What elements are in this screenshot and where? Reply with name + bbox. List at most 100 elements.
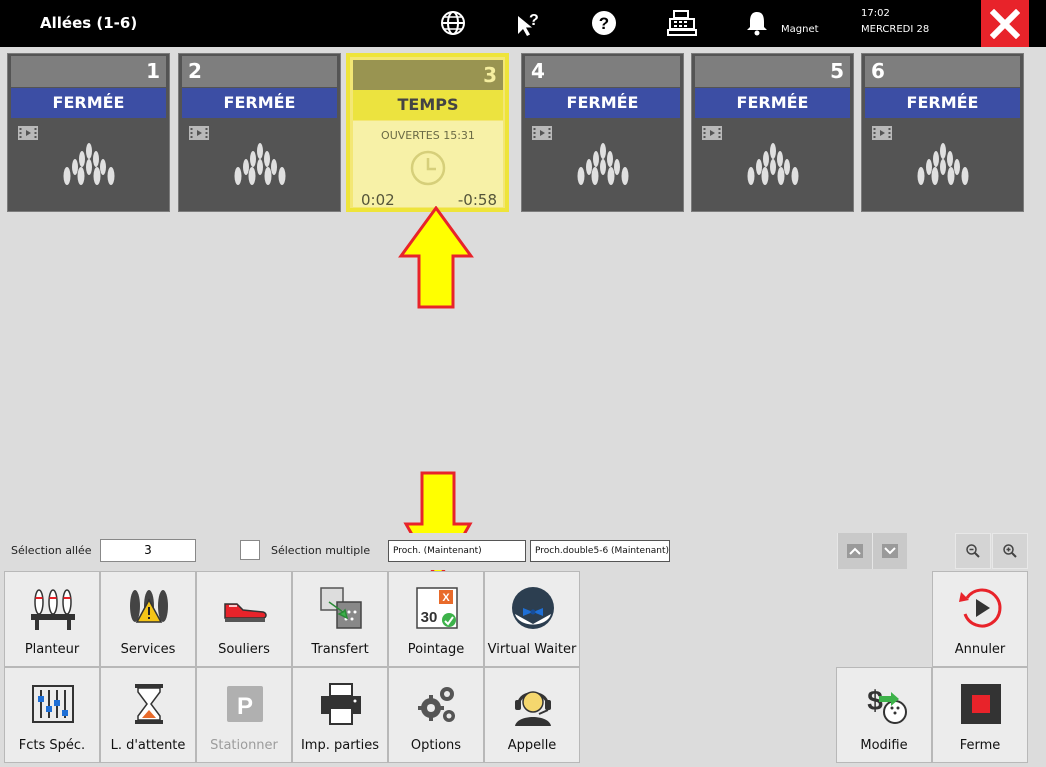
svg-text:30: 30 — [421, 609, 438, 626]
button-label: Imp. parties — [300, 738, 380, 753]
button-label: Pointage — [407, 642, 465, 657]
scroll-down-button[interactable] — [872, 533, 907, 569]
lane-card-4[interactable]: 4 FERMÉE — [521, 53, 684, 212]
lane-card-1[interactable]: 1 FERMÉE — [7, 53, 170, 212]
lane-number: 5 — [695, 56, 850, 87]
next-double-chip[interactable]: Proch.double5-6 (Maintenant) — [530, 540, 670, 562]
video-icon — [532, 126, 552, 140]
pins-warning-icon — [130, 590, 168, 623]
close-button[interactable] — [981, 0, 1029, 47]
transfer-icon — [320, 587, 362, 629]
options-button[interactable]: Options — [388, 667, 484, 763]
lane-number: 6 — [865, 56, 1020, 87]
selection-bar: Sélection allée 3 Sélection multiple Pro… — [5, 533, 1028, 570]
top-bar: Allées (1-6) ? ? Magnet 17:02 MERCREDI 2… — [0, 0, 1046, 47]
up-arrow-annotation — [398, 206, 474, 309]
video-icon — [18, 126, 38, 140]
button-label: Services — [120, 642, 176, 657]
lane-status: FERMÉE — [182, 88, 337, 118]
button-label: Appelle — [507, 738, 557, 753]
lane-status: TEMPS — [353, 90, 503, 120]
svg-text:?: ? — [599, 14, 609, 33]
chevron-down-icon — [882, 544, 898, 558]
lane-timer-panel: OUVERTES 15:31 0:02 -0:58 — [353, 121, 503, 209]
multi-select-checkbox[interactable] — [240, 540, 260, 560]
planteur-button[interactable]: Planteur — [4, 571, 100, 667]
attente-button[interactable]: L. d'attente — [100, 667, 196, 763]
close-icon — [990, 8, 1020, 39]
zoom-out-button[interactable] — [955, 533, 991, 569]
svg-text:?: ? — [529, 12, 539, 29]
services-button[interactable]: Services — [100, 571, 196, 667]
lane-card-2[interactable]: 2 FERMÉE — [178, 53, 341, 212]
clock-time: 17:02 — [861, 8, 890, 19]
lane-card-3[interactable]: 3 TEMPS OUVERTES 15:31 0:02 -0:58 — [346, 53, 509, 212]
waiter-icon — [512, 587, 554, 629]
button-label: L. d'attente — [110, 738, 186, 753]
hourglass-icon — [135, 684, 163, 724]
shoes-icon — [224, 603, 267, 622]
clock-date: MERCREDI 28 — [861, 24, 930, 35]
pinsetter-icon — [31, 589, 75, 630]
button-label: Planteur — [24, 642, 80, 657]
appelle-button[interactable]: Appelle — [484, 667, 580, 763]
lane-number: 1 — [11, 56, 166, 87]
lane-selection-label: Sélection allée — [11, 544, 92, 557]
lane-card-6[interactable]: 6 FERMÉE — [861, 53, 1024, 212]
video-icon — [872, 126, 892, 140]
lane-status: FERMÉE — [11, 88, 166, 118]
zoom-in-icon — [1003, 544, 1017, 558]
lane-number: 4 — [525, 56, 680, 87]
imp-parties-button[interactable]: Imp. parties — [292, 667, 388, 763]
magnet-label: Magnet — [781, 24, 819, 35]
button-label: Annuler — [954, 642, 1006, 657]
scoring-icon: X 30 — [416, 587, 458, 629]
modifie-button[interactable]: $ Modifie — [836, 667, 932, 763]
lane-status: FERMÉE — [865, 88, 1020, 118]
transfert-button[interactable]: Transfert — [292, 571, 388, 667]
chevron-up-icon — [847, 544, 863, 558]
fcts-spec-button[interactable]: Fcts Spéc. — [4, 667, 100, 763]
cash-register-icon[interactable] — [667, 8, 697, 38]
lane-card-5[interactable]: 5 FERMÉE — [691, 53, 854, 212]
zoom-in-button[interactable] — [992, 533, 1028, 569]
lane-status: FERMÉE — [695, 88, 850, 118]
bowling-pins-icon — [234, 143, 286, 185]
multi-select-label: Sélection multiple — [271, 544, 371, 557]
button-label: Transfert — [311, 642, 369, 657]
headset-icon — [515, 691, 551, 726]
svg-text:P: P — [237, 693, 253, 720]
pointage-button[interactable]: X 30 Pointage — [388, 571, 484, 667]
next-booking-chip[interactable]: Proch. (Maintenant) — [388, 540, 526, 562]
page-title: Allées (1-6) — [40, 14, 138, 32]
button-label: Virtual Waiter — [487, 642, 577, 657]
virtual-waiter-button[interactable]: Virtual Waiter — [484, 571, 580, 667]
souliers-button[interactable]: Souliers — [196, 571, 292, 667]
scroll-up-button[interactable] — [837, 533, 872, 569]
stationner-button[interactable]: P Stationner — [196, 667, 292, 763]
parking-icon: P — [227, 686, 263, 722]
button-label: Stationner — [210, 738, 278, 753]
button-label: Souliers — [218, 642, 270, 657]
ferme-button[interactable]: Ferme — [932, 667, 1028, 763]
globe-icon[interactable] — [438, 8, 468, 38]
zoom-out-icon — [966, 544, 980, 558]
bowling-pins-icon — [747, 143, 799, 185]
svg-text:X: X — [442, 592, 450, 604]
pointer-help-icon[interactable]: ? — [514, 8, 544, 38]
bowling-pins-icon — [577, 143, 629, 185]
gears-icon — [418, 687, 455, 722]
video-icon — [702, 126, 722, 140]
price-modify-icon: $ — [867, 685, 907, 724]
button-label: Modifie — [860, 738, 908, 753]
elapsed-time: 0:02 — [361, 191, 395, 209]
help-icon[interactable]: ? — [589, 8, 619, 38]
lane-number: 2 — [182, 56, 337, 87]
bell-icon[interactable] — [742, 8, 772, 38]
lane-number: 3 — [353, 60, 503, 91]
undo-icon — [959, 588, 1002, 628]
lane-selection-input[interactable]: 3 — [100, 539, 196, 562]
button-label: Ferme — [959, 738, 1001, 753]
clock-icon — [410, 150, 446, 186]
annuler-button[interactable]: Annuler — [932, 571, 1028, 667]
